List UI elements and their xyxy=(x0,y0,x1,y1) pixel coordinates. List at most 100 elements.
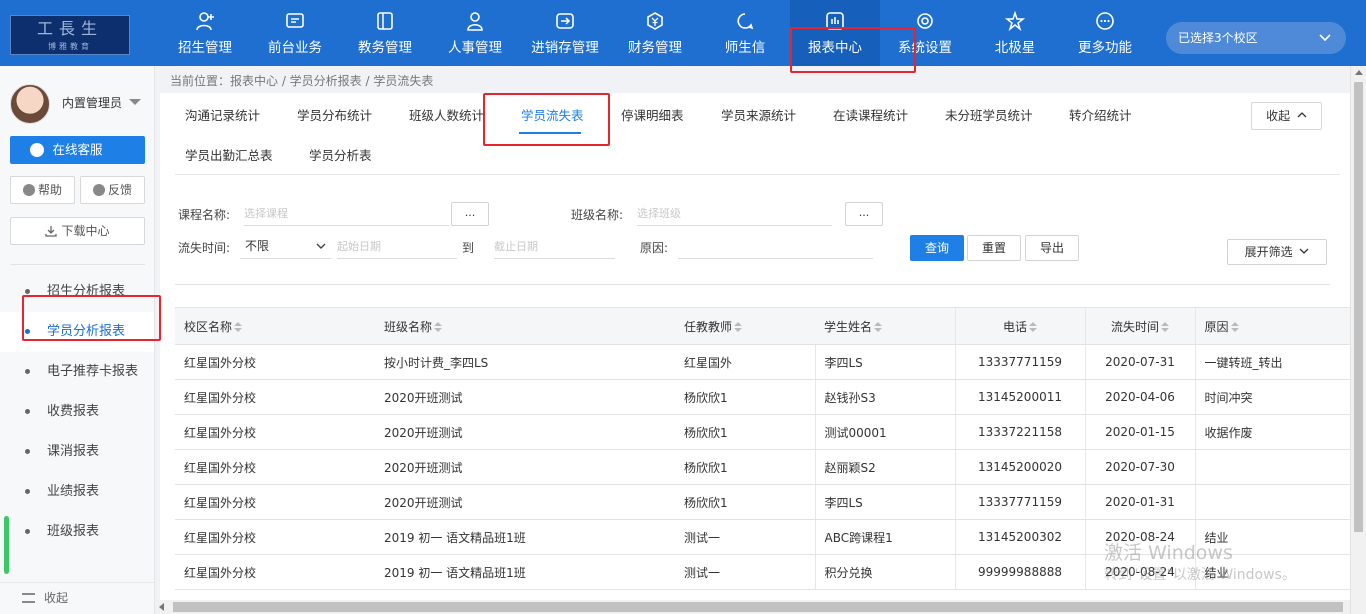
table-cell: 红星国外分校 xyxy=(175,554,375,590)
nav-item-6[interactable]: 财务管理 xyxy=(610,0,700,66)
sort-icon[interactable] xyxy=(1161,321,1169,332)
sidebar-item-3[interactable]: 电子推荐卡报表 xyxy=(0,352,154,392)
sidebar-item-5[interactable]: 课消报表 xyxy=(0,432,154,472)
sort-icon[interactable] xyxy=(874,321,883,332)
settings-icon xyxy=(917,13,933,29)
table-row[interactable]: 红星国外分校 2020开班测试 杨欣欣1 赵钱孙S3 13145200011 2020-0… xyxy=(175,379,1350,415)
sidebar-item-label: 业绩报表 xyxy=(47,484,100,499)
download-center-button[interactable]: 下载中心 xyxy=(10,217,145,245)
nav-item-2[interactable]: 前台业务 xyxy=(250,0,340,66)
tab-1[interactable]: 沟通记录统计 xyxy=(185,106,260,126)
churn-time-select[interactable]: 不限 xyxy=(240,235,331,259)
star-icon xyxy=(1005,11,1025,31)
table-cell: 红星国外分校 xyxy=(175,519,375,555)
column-header-2[interactable]: 班级名称 xyxy=(375,307,675,345)
username[interactable]: 内置管理员 xyxy=(62,94,122,111)
column-header-6[interactable]: 流失时间 xyxy=(1084,307,1195,345)
sort-icon[interactable] xyxy=(234,321,243,332)
tab-5[interactable]: 停课明细表 xyxy=(621,106,684,126)
query-button[interactable]: 查询 xyxy=(910,235,964,261)
nav-item-10[interactable]: 北极星 xyxy=(970,0,1060,66)
highlight-box-student-analysis xyxy=(22,295,161,341)
table-cell: 按小时计费_李四LS xyxy=(375,344,675,380)
scroll-up-icon[interactable] xyxy=(1355,70,1363,75)
sort-icon[interactable] xyxy=(734,321,743,332)
monitor-icon xyxy=(286,13,304,28)
start-date-input[interactable] xyxy=(337,235,457,259)
table-row[interactable]: 红星国外分校 2020开班测试 杨欣欣1 测试00001 13337221158 2020… xyxy=(175,414,1350,450)
scroll-left-icon[interactable] xyxy=(159,603,164,611)
table-row[interactable]: 红星国外分校 按小时计费_李四LS 红星国外 李四LS 13337771159 2020-… xyxy=(175,344,1350,380)
table-cell: 2020-04-06 xyxy=(1084,379,1195,415)
tab-row2-2[interactable]: 学员分析表 xyxy=(309,146,372,166)
column-header-7[interactable]: 原因 xyxy=(1194,307,1350,345)
tab-row2-1[interactable]: 学员出勤汇总表 xyxy=(185,146,273,166)
nav-item-5[interactable]: 进销存管理 xyxy=(520,0,610,66)
export-button[interactable]: 导出 xyxy=(1025,235,1079,261)
online-service-label: 在线客服 xyxy=(52,142,103,157)
column-header-4[interactable]: 学生姓名 xyxy=(815,307,955,345)
class-picker-button[interactable]: ... xyxy=(845,202,883,226)
sidebar-item-4[interactable]: 收费报表 xyxy=(0,392,154,432)
class-name-input[interactable] xyxy=(637,202,832,226)
table-row[interactable]: 红星国外分校 2020开班测试 杨欣欣1 李四LS 13337771159 2020-01… xyxy=(175,484,1350,520)
sidebar-collapse-button[interactable]: 收起 xyxy=(0,582,154,614)
column-header-label: 流失时间 xyxy=(1110,319,1159,334)
column-header-label: 校区名称 xyxy=(184,319,233,334)
reset-button[interactable]: 重置 xyxy=(967,235,1021,261)
tab-7[interactable]: 在读课程统计 xyxy=(833,106,908,126)
table-cell: 2020-07-30 xyxy=(1084,449,1195,485)
tab-2[interactable]: 学员分布统计 xyxy=(297,106,372,126)
date-range-separator: 到 xyxy=(462,241,475,255)
column-header-5[interactable]: 电话 xyxy=(954,307,1085,345)
vertical-scroll-thumb[interactable] xyxy=(1354,82,1363,532)
table-cell: 一键转班_转出 xyxy=(1194,344,1350,380)
horizontal-scroll-thumb[interactable] xyxy=(173,602,1343,612)
horizontal-scrollbar[interactable] xyxy=(155,600,1350,614)
chevron-down-icon xyxy=(1299,248,1309,254)
table-row[interactable]: 红星国外分校 2020开班测试 杨欣欣1 赵丽颖S2 13145200020 2020-0… xyxy=(175,449,1350,485)
end-date-input[interactable] xyxy=(494,235,615,259)
course-picker-button[interactable]: ... xyxy=(451,202,489,226)
top-navigation-bar: 工長生 博雅教育 招生管理 前台业务 教务管理 人事管理 进销存管理 财务管理 师生信 报表中… xyxy=(0,0,1366,66)
caret-down-icon[interactable] xyxy=(129,99,141,105)
vertical-scrollbar[interactable] xyxy=(1350,66,1366,614)
sort-icon[interactable] xyxy=(1230,321,1239,332)
chevron-down-icon xyxy=(316,243,326,249)
table-cell: 13145200302 xyxy=(954,519,1085,555)
sort-icon[interactable] xyxy=(434,321,443,332)
online-service-button[interactable]: 在线客服 xyxy=(10,136,145,164)
course-name-input[interactable] xyxy=(244,202,449,226)
nav-item-4[interactable]: 人事管理 xyxy=(430,0,520,66)
highlight-box-report-center xyxy=(790,27,916,73)
churn-time-value: 不限 xyxy=(245,239,270,253)
collapse-tabs-label: 收起 xyxy=(1266,109,1291,123)
tab-8[interactable]: 未分班学员统计 xyxy=(945,106,1033,126)
column-header-3[interactable]: 任教教师 xyxy=(675,307,815,345)
question-icon xyxy=(22,184,35,196)
feedback-button[interactable]: 反馈 xyxy=(80,176,145,204)
campus-selector[interactable]: 已选择3个校区 xyxy=(1166,22,1346,54)
column-header-1[interactable]: 校区名称 xyxy=(175,307,375,345)
table-cell: 红星国外分校 xyxy=(175,379,375,415)
nav-item-1[interactable]: 招生管理 xyxy=(160,0,250,66)
nav-item-11[interactable]: 更多功能 xyxy=(1060,0,1150,66)
sidebar-item-7[interactable]: 班级报表 xyxy=(0,512,154,552)
sort-icon[interactable] xyxy=(1029,321,1037,332)
help-button[interactable]: 帮助 xyxy=(10,176,75,204)
nav-item-7[interactable]: 师生信 xyxy=(700,0,790,66)
tab-9[interactable]: 转介绍统计 xyxy=(1069,106,1132,126)
nav-item-3[interactable]: 教务管理 xyxy=(340,0,430,66)
collapse-tabs-button[interactable]: 收起 xyxy=(1251,102,1322,130)
expand-filters-button[interactable]: 展开筛选 xyxy=(1227,239,1327,265)
sidebar-item-6[interactable]: 业绩报表 xyxy=(0,472,154,512)
tab-6[interactable]: 学员来源统计 xyxy=(721,106,796,126)
table-cell: 红星国外分校 xyxy=(175,449,375,485)
inventory-icon xyxy=(556,13,574,29)
brand-logo[interactable]: 工長生 博雅教育 xyxy=(10,15,130,55)
table-header-row: 校区名称 班级名称 任教教师 学生姓名 电话 流失时间 原因 xyxy=(175,307,1350,345)
tab-3[interactable]: 班级人数统计 xyxy=(409,106,484,126)
reason-input[interactable] xyxy=(678,235,873,259)
sidebar-scroll-indicator[interactable] xyxy=(4,516,9,574)
avatar[interactable] xyxy=(10,84,50,124)
